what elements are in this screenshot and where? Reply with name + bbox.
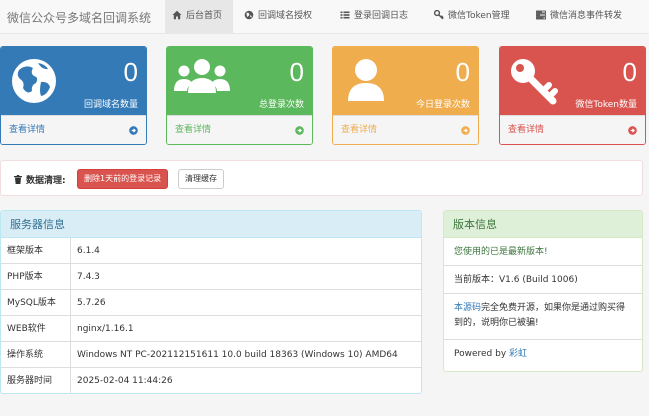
stat-view-details[interactable]: 查看详情 [500, 115, 645, 144]
brand-title[interactable]: 微信公众号多域名回调系统 [7, 9, 151, 26]
stat-label: 回调域名数量 [83, 100, 138, 110]
author-link[interactable]: 彩虹 [509, 349, 527, 359]
row-value: Windows NT PC-202112151611 10.0 build 18… [77, 350, 398, 360]
table-row: WEB软件 nginx/1.16.1 [1, 316, 421, 342]
stat-panel-heading: 0 今日登录次数 [333, 47, 478, 115]
powered-by-prefix: Powered by [454, 349, 510, 359]
stat-label: 今日登录次数 [415, 100, 470, 110]
row-value: 5.7.26 [77, 298, 106, 308]
stat-label: 总登录次数 [258, 100, 304, 110]
arrow-circle-right-icon [295, 126, 304, 135]
row-value: nginx/1.16.1 [77, 324, 134, 334]
stat-panel-heading: 0 微信Token数量 [500, 47, 645, 115]
user-icon [348, 59, 384, 101]
row-value: 7.4.3 [77, 272, 100, 282]
delete-old-logs-button[interactable]: 删除1天前的登录记录 [77, 169, 169, 189]
view-details-link[interactable]: 查看详情 [341, 125, 377, 135]
row-key: 操作系统 [7, 350, 44, 360]
stat-panel-heading: 0 回调域名数量 [1, 47, 146, 115]
nav-label: 后台首页 [186, 11, 223, 21]
navbar: 微信公众号多域名回调系统 后台首页 回调域名授权 登录回调日志 微信Token管… [0, 0, 649, 34]
server-info-title: 服务器信息 [1, 211, 421, 238]
cell-divider [70, 238, 71, 264]
stat-value: 0 [622, 57, 637, 87]
latest-version-notice: 您使用的已是最新版本! [444, 238, 642, 266]
nav-label: 微信消息事件转发 [550, 11, 623, 21]
cleanup-title: 数据清理: [14, 173, 66, 186]
version-info-panel: 版本信息 您使用的已是最新版本! 当前版本：V1.6 (Build 1006) … [443, 210, 643, 372]
nav-home[interactable]: 后台首页 [165, 0, 233, 33]
row-value: 2025-02-04 11:44:26 [77, 376, 173, 386]
stat-panel-domains: 0 回调域名数量 查看详情 [0, 46, 147, 145]
users-icon [174, 59, 230, 93]
view-details-link[interactable]: 查看详情 [9, 125, 45, 135]
stat-panel-heading: 0 总登录次数 [167, 47, 312, 115]
table-row: 服务器时间 2025-02-04 11:44:26 [1, 368, 421, 393]
arrow-circle-right-icon [628, 126, 637, 135]
source-notice: 本源码完全免费开源，如果你是通过购买得到的，说明你已被骗! [444, 294, 642, 340]
view-details-link[interactable]: 查看详情 [508, 125, 544, 135]
cell-divider [70, 316, 71, 342]
globe-icon [244, 10, 254, 20]
stat-panel-tokens: 0 微信Token数量 查看详情 [499, 46, 646, 145]
nav-event-forward[interactable]: 微信消息事件转发 [536, 0, 622, 33]
table-row: PHP版本 7.4.3 [1, 264, 421, 290]
cell-divider [70, 342, 71, 368]
data-cleanup-panel: 数据清理: 删除1天前的登录记录 清理缓存 [0, 160, 643, 196]
view-details-link[interactable]: 查看详情 [175, 125, 211, 135]
nav-label: 微信Token管理 [448, 11, 510, 21]
row-key: PHP版本 [7, 272, 43, 282]
arrow-circle-right-icon [129, 126, 138, 135]
tasks-icon [536, 10, 546, 20]
arrow-circle-right-icon [461, 126, 470, 135]
table-row: 框架版本 6.1.4 [1, 238, 421, 264]
key-icon [511, 59, 558, 105]
stat-value: 0 [455, 57, 470, 87]
stat-panel-today-logins: 0 今日登录次数 查看详情 [332, 46, 479, 145]
nav-login-log[interactable]: 登录回调日志 [340, 0, 408, 33]
stat-view-details[interactable]: 查看详情 [333, 115, 478, 144]
row-key: 框架版本 [7, 246, 44, 256]
row-value: 6.1.4 [77, 246, 100, 256]
globe-icon [12, 59, 56, 103]
stat-view-details[interactable]: 查看详情 [167, 115, 312, 144]
source-link[interactable]: 本源码 [454, 303, 481, 313]
stat-value: 0 [123, 57, 138, 87]
stat-value: 0 [289, 57, 304, 87]
clear-cache-button[interactable]: 清理缓存 [178, 169, 224, 189]
table-row: 操作系统 Windows NT PC-202112151611 10.0 buil… [1, 342, 421, 368]
stat-view-details[interactable]: 查看详情 [1, 115, 146, 144]
list-icon [340, 11, 350, 19]
server-info-panel: 服务器信息 框架版本 6.1.4 PHP版本 7.4.3 MySQL版本 5.7.26… [0, 210, 422, 394]
cell-divider [70, 264, 71, 290]
key-icon [433, 9, 444, 20]
cell-divider [70, 368, 71, 393]
nav-label: 登录回调日志 [354, 11, 409, 21]
row-key: 服务器时间 [7, 376, 53, 386]
nav-token-manage[interactable]: 微信Token管理 [433, 0, 510, 33]
trash-icon [14, 175, 22, 184]
table-row: MySQL版本 5.7.26 [1, 290, 421, 316]
stat-panel-total-logins: 0 总登录次数 查看详情 [166, 46, 313, 145]
home-icon [172, 10, 182, 20]
cleanup-title-text: 数据清理: [26, 176, 66, 186]
nav-label: 回调域名授权 [258, 11, 313, 21]
nav-domain-auth[interactable]: 回调域名授权 [244, 0, 312, 33]
row-key: WEB软件 [7, 324, 46, 334]
cell-divider [70, 290, 71, 316]
powered-by: Powered by 彩虹 [444, 340, 642, 370]
version-info-title: 版本信息 [444, 211, 642, 238]
current-version: 当前版本：V1.6 (Build 1006) [444, 266, 642, 294]
stat-label: 微信Token数量 [575, 100, 637, 110]
row-key: MySQL版本 [7, 298, 56, 308]
